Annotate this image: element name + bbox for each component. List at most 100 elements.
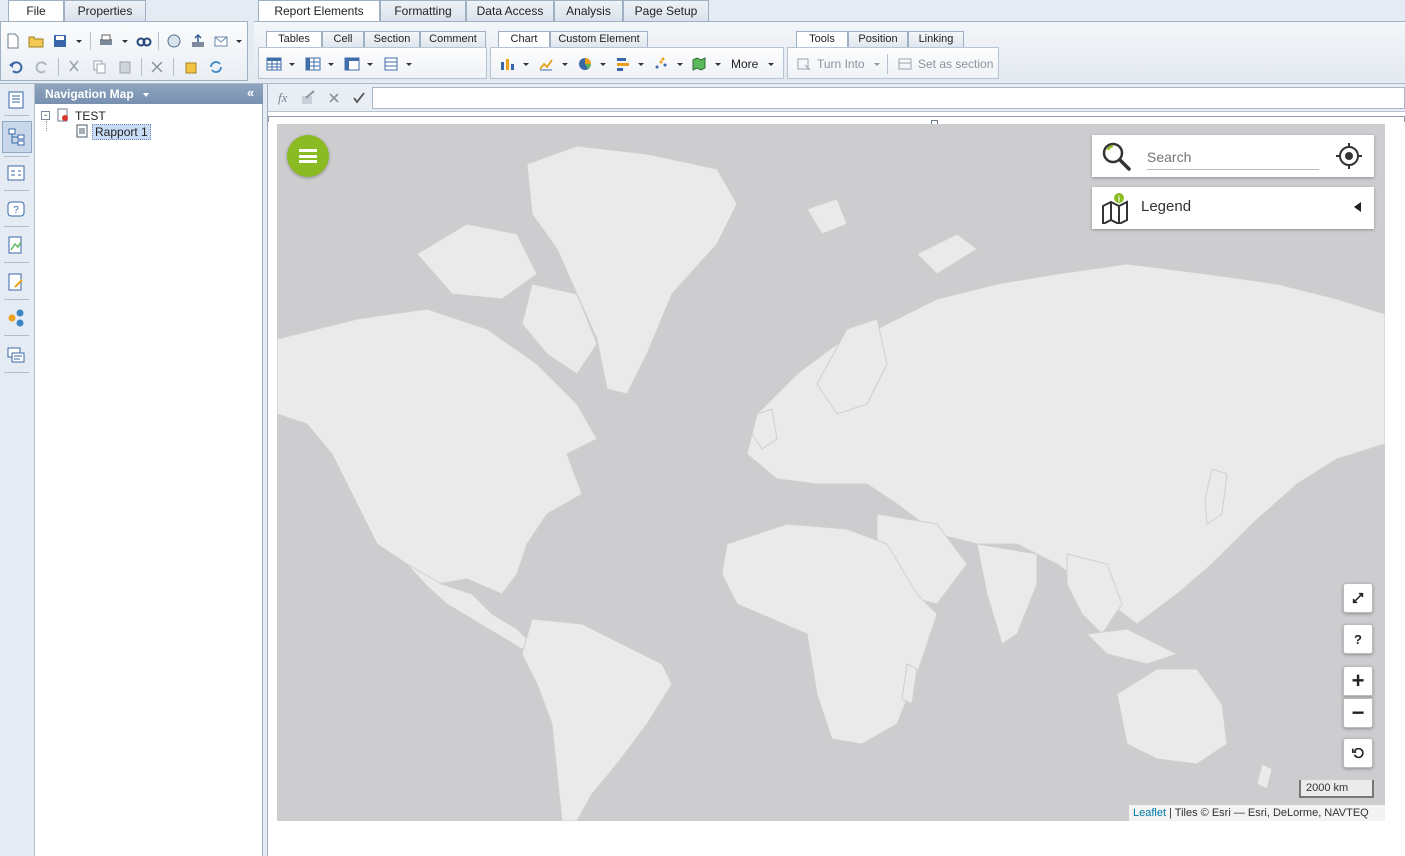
map-element-frame[interactable] xyxy=(268,116,1405,122)
form-table-icon[interactable] xyxy=(382,55,400,73)
open-folder-icon[interactable] xyxy=(27,32,45,50)
zoom-in-button[interactable]: + xyxy=(1343,666,1373,696)
subtab-chart[interactable]: Chart xyxy=(498,31,550,47)
tree-item-rapport-1[interactable]: Rapport 1 xyxy=(92,124,151,140)
subtab-custom-element[interactable]: Custom Element xyxy=(550,31,648,47)
refresh-icon[interactable] xyxy=(207,58,225,76)
navigation-map-icon[interactable] xyxy=(2,121,32,153)
subtab-position[interactable]: Position xyxy=(848,31,908,47)
panel-divider xyxy=(4,190,29,191)
turn-into-icon[interactable] xyxy=(795,55,813,73)
subtab-tools[interactable]: Tools xyxy=(796,31,848,47)
map-scale-bar: 2000 km xyxy=(1299,780,1374,798)
table-vertical-dropdown[interactable] xyxy=(327,61,334,67)
data-provider-icon[interactable] xyxy=(182,58,200,76)
reset-view-button[interactable] xyxy=(1343,738,1373,768)
tab-data-access[interactable]: Data Access xyxy=(466,0,554,21)
scatter-chart-icon[interactable] xyxy=(652,55,670,73)
delete-icon[interactable] xyxy=(148,58,166,76)
input-controls-icon[interactable] xyxy=(4,161,28,185)
table-horizontal-icon[interactable] xyxy=(265,55,283,73)
set-as-section-icon[interactable] xyxy=(896,55,914,73)
table-vertical-icon[interactable] xyxy=(304,55,322,73)
comments-icon[interactable] xyxy=(4,343,28,367)
pie-chart-dropdown[interactable] xyxy=(599,61,606,67)
turn-into-dropdown[interactable] xyxy=(873,61,880,67)
crosstab-icon[interactable] xyxy=(343,55,361,73)
find-icon[interactable] xyxy=(135,32,153,50)
collapse-panel-icon[interactable]: « xyxy=(247,86,254,100)
save-dropdown[interactable] xyxy=(75,38,82,44)
tab-properties[interactable]: Properties xyxy=(64,0,146,21)
horizontal-bar-chart-icon[interactable] xyxy=(614,55,632,73)
new-document-icon[interactable] xyxy=(4,32,22,50)
map-attribution: Leaflet | Tiles © Esri — Esri, DeLorme, … xyxy=(1129,805,1385,821)
tab-formatting[interactable]: Formatting xyxy=(380,0,466,21)
crosstab-dropdown[interactable] xyxy=(366,61,373,67)
horizontal-bar-dropdown[interactable] xyxy=(637,61,644,67)
mail-icon[interactable] xyxy=(212,32,230,50)
fullscreen-button[interactable] xyxy=(1343,583,1373,613)
save-icon[interactable] xyxy=(51,32,69,50)
formula-editor-icon[interactable] xyxy=(299,89,317,107)
cut-icon[interactable] xyxy=(65,58,83,76)
tab-report-elements[interactable]: Report Elements xyxy=(258,0,380,21)
copy-icon[interactable] xyxy=(90,58,108,76)
map-legend-panel[interactable]: i Legend xyxy=(1092,187,1374,229)
tab-page-setup[interactable]: Page Setup xyxy=(623,0,709,21)
tab-analysis[interactable]: Analysis xyxy=(554,0,623,21)
leaflet-link[interactable]: Leaflet xyxy=(1133,807,1166,819)
tab-file[interactable]: File xyxy=(8,0,64,21)
subtab-comment[interactable]: Comment xyxy=(420,31,486,47)
tree-collapse-toggle[interactable]: - xyxy=(41,111,50,120)
print-dropdown[interactable] xyxy=(121,38,128,44)
legend-expand-icon[interactable] xyxy=(1354,202,1361,212)
svg-text:i: i xyxy=(1118,195,1120,204)
line-chart-icon[interactable] xyxy=(537,55,555,73)
more-dropdown[interactable] xyxy=(767,61,774,67)
redo-icon[interactable] xyxy=(33,58,51,76)
subtab-section[interactable]: Section xyxy=(364,31,420,47)
set-as-section-button[interactable]: Set as section xyxy=(918,56,993,72)
line-chart-dropdown[interactable] xyxy=(561,61,568,67)
search-icon[interactable] xyxy=(1100,140,1132,172)
data-icon[interactable] xyxy=(4,233,28,257)
undo-icon[interactable] xyxy=(7,58,25,76)
geo-map-chart-icon[interactable] xyxy=(690,55,708,73)
share-icon[interactable] xyxy=(4,306,28,330)
formula-fx-icon[interactable]: fx xyxy=(278,90,287,106)
subtab-tables[interactable]: Tables xyxy=(266,31,322,47)
bar-chart-dropdown[interactable] xyxy=(522,61,529,67)
edit-document-icon[interactable] xyxy=(4,270,28,294)
world-map[interactable]: i Legend ? + − 2000 km Leaflet | Tiles ©… xyxy=(277,124,1385,821)
scatter-chart-dropdown[interactable] xyxy=(676,61,683,67)
zoom-out-button[interactable]: − xyxy=(1343,698,1373,728)
locate-me-icon[interactable] xyxy=(1335,142,1363,170)
map-help-button[interactable]: ? xyxy=(1343,624,1373,654)
tree-root-label[interactable]: TEST xyxy=(75,109,106,123)
pie-chart-icon[interactable] xyxy=(576,55,594,73)
query-icon[interactable]: ? xyxy=(4,197,28,221)
form-table-dropdown[interactable] xyxy=(405,61,412,67)
formula-input[interactable] xyxy=(372,87,1405,109)
map-menu-button[interactable] xyxy=(287,135,329,177)
validate-formula-icon[interactable] xyxy=(350,89,368,107)
mail-dropdown[interactable] xyxy=(235,38,242,44)
cancel-formula-icon[interactable] xyxy=(325,89,343,107)
refresh-data-icon[interactable] xyxy=(165,32,183,50)
map-search-input[interactable] xyxy=(1147,144,1319,170)
paste-icon[interactable] xyxy=(116,58,134,76)
bar-chart-icon[interactable] xyxy=(498,55,516,73)
subtab-cell[interactable]: Cell xyxy=(322,31,364,47)
table-horizontal-dropdown[interactable] xyxy=(288,61,295,67)
panel-divider xyxy=(4,372,29,373)
document-structure-icon[interactable] xyxy=(4,88,28,112)
chevron-down-icon[interactable] xyxy=(143,92,150,97)
legend-label: Legend xyxy=(1141,198,1192,215)
geo-map-dropdown[interactable] xyxy=(714,61,721,67)
export-icon[interactable] xyxy=(189,32,207,50)
more-button[interactable]: More xyxy=(731,56,758,72)
turn-into-button[interactable]: Turn Into xyxy=(817,56,865,72)
print-icon[interactable] xyxy=(97,32,115,50)
subtab-linking[interactable]: Linking xyxy=(908,31,964,47)
